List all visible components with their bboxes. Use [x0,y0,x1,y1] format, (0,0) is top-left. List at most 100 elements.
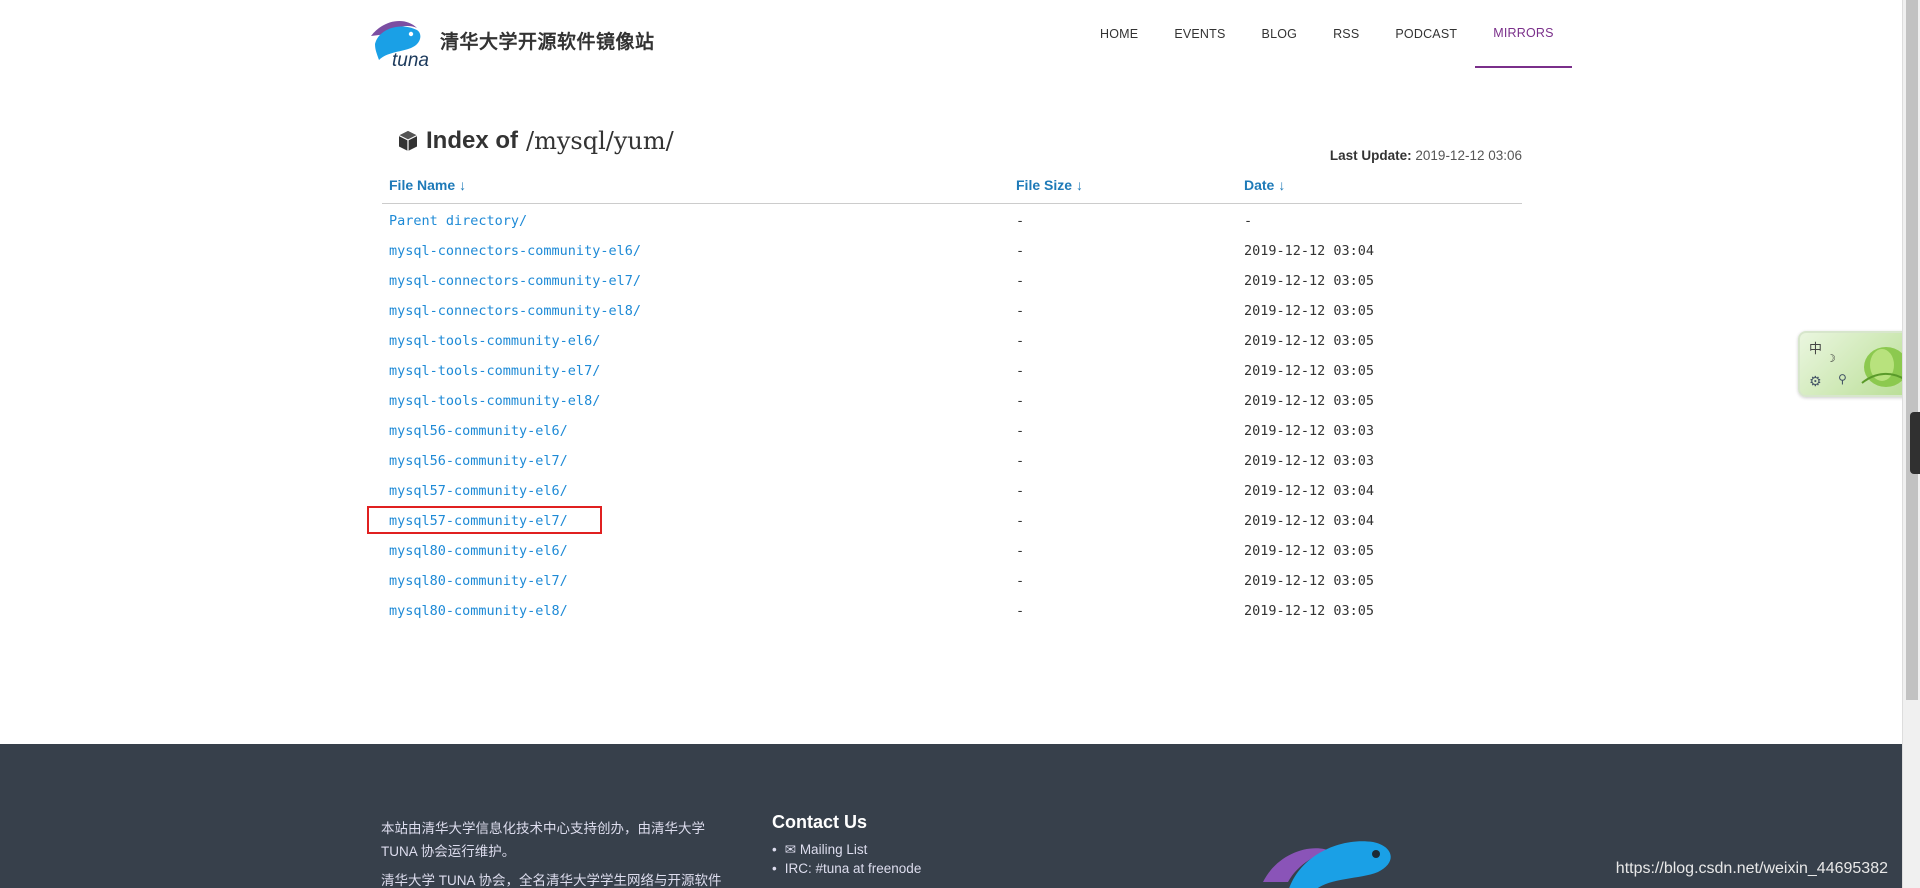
file-link[interactable]: mysql57-community-el6/ [389,483,568,499]
file-size: - [1016,363,1025,379]
table-row: mysql-tools-community-el8/ - 2019-12-12 03… [382,386,1522,416]
file-date: 2019-12-12 03:05 [1244,363,1375,379]
file-size: - [1016,423,1025,439]
file-date: 2019-12-12 03:05 [1244,303,1375,319]
table-body: Parent directory/ - - mysql-connectors-com… [382,206,1522,626]
sort-arrow-icon: ↓ [1278,177,1286,193]
file-size: - [1016,243,1025,259]
nav-mirrors[interactable]: MIRRORS [1475,0,1572,68]
about-line: TUNA 协会运行维护。 [381,844,516,859]
file-link[interactable]: mysql-tools-community-el6/ [389,333,600,349]
tuna-footer-logo [1263,841,1391,888]
contact-label: Mailing List [799,842,868,857]
file-date: 2019-12-12 03:05 [1244,603,1375,619]
file-date: 2019-12-12 03:04 [1244,243,1375,259]
pin-icon[interactable]: ⚲ [1838,372,1847,386]
file-link[interactable]: mysql-connectors-community-el6/ [389,243,641,259]
last-update-value: 2019-12-12 03:06 [1415,148,1522,163]
table-row: mysql-tools-community-el7/ - 2019-12-12 03… [382,356,1522,386]
nav-events[interactable]: EVENTS [1156,0,1243,68]
last-update-label: Last Update: [1329,148,1412,163]
file-link[interactable]: mysql57-community-el7/ [389,513,568,529]
table-row: mysql57-community-el6/ - 2019-12-12 03:04 [382,476,1522,506]
file-link[interactable]: mysql-connectors-community-el7/ [389,273,641,289]
file-size: - [1016,303,1025,319]
file-date: 2019-12-12 03:05 [1244,273,1375,289]
box-icon [398,131,418,151]
scrollbar-thumb[interactable] [1906,0,1918,700]
file-size: - [1016,603,1025,619]
file-table: File Name ↓ File Size ↓ Date ↓ Parent direc… [382,172,1522,626]
file-date: 2019-12-12 03:05 [1244,333,1375,349]
nav-rss[interactable]: RSS [1315,0,1377,68]
file-size: - [1016,573,1025,589]
table-row: mysql80-community-el6/ - 2019-12-12 03:05 [382,536,1522,566]
contact-list: ✉ Mailing List IRC: #tuna at freenode [772,842,922,879]
file-link[interactable]: mysql80-community-el6/ [389,543,568,559]
file-date: 2019-12-12 03:05 [1244,573,1375,589]
column-name-label: File Name [389,177,456,193]
sort-by-name[interactable]: File Name ↓ [389,177,466,193]
file-link[interactable]: mysql-connectors-community-el8/ [389,303,641,319]
moon-icon[interactable]: ☽ [1826,352,1836,365]
sort-arrow-icon: ↓ [1076,177,1084,193]
file-date: 2019-12-12 03:05 [1244,393,1375,409]
heading-path: /mysql/yum/ [526,127,674,155]
table-row: mysql56-community-el7/ - 2019-12-12 03:03 [382,446,1522,476]
about-line: 清华大学 TUNA 协会，全名清华大学学生网络与开源软件 [381,873,722,888]
table-row: Parent directory/ - - [382,206,1522,236]
table-header: File Name ↓ File Size ↓ Date ↓ [382,172,1522,204]
file-size: - [1016,513,1025,529]
about-line: 本站由清华大学信息化技术中心支持创办，由清华大学 [381,821,705,836]
file-link[interactable]: mysql80-community-el8/ [389,603,568,619]
table-row: mysql-connectors-community-el7/ - 2019-12-… [382,266,1522,296]
contact-title: Contact Us [772,812,868,832]
file-size: - [1016,453,1025,469]
site-title[interactable]: 清华大学开源软件镜像站 [440,27,655,54]
file-date: 2019-12-12 03:05 [1244,543,1375,559]
site-header: tuna 清华大学开源软件镜像站 HOME EVENTS BLOG RSS PO… [0,0,1902,70]
nav-home[interactable]: HOME [1082,0,1156,68]
heading-prefix: Index of [426,127,519,154]
file-link[interactable]: mysql56-community-el7/ [389,453,568,469]
file-link[interactable]: mysql-tools-community-el8/ [389,393,600,409]
file-size: - [1016,273,1025,289]
contact-irc[interactable]: IRC: #tuna at freenode [772,861,922,876]
watermark: https://blog.csdn.net/weixin_44695382 [1615,860,1888,877]
table-row: mysql80-community-el7/ - 2019-12-12 03:05 [382,566,1522,596]
gear-icon[interactable]: ⚙ [1809,373,1822,390]
table-row: mysql56-community-el6/ - 2019-12-12 03:03 [382,416,1522,446]
tuna-logo[interactable]: tuna [365,14,433,68]
file-link[interactable]: mysql56-community-el6/ [389,423,568,439]
footer-about: 本站由清华大学信息化技术中心支持创办，由清华大学 TUNA 协会运行维护。 清华… [381,817,751,888]
file-size: - [1016,483,1025,499]
file-size: - [1016,393,1025,409]
nav-blog[interactable]: BLOG [1244,0,1316,68]
file-date: 2019-12-12 03:03 [1244,423,1375,439]
envelope-icon: ✉ [784,842,797,857]
side-panel-tab[interactable] [1910,412,1920,474]
file-link[interactable]: mysql-tools-community-el7/ [389,363,600,379]
nav-podcast[interactable]: PODCAST [1377,0,1475,68]
sort-by-date[interactable]: Date ↓ [1244,177,1285,193]
site-footer: 本站由清华大学信息化技术中心支持创办，由清华大学 TUNA 协会运行维护。 清华… [0,744,1902,888]
contact-label: IRC: #tuna at freenode [784,861,922,876]
file-size: - [1016,543,1025,559]
table-row: mysql-tools-community-el6/ - 2019-12-12 03… [382,326,1522,356]
sort-by-size[interactable]: File Size ↓ [1016,177,1083,193]
page-title: Index of /mysql/yum/ [396,127,674,155]
column-date-label: Date [1244,177,1275,193]
file-link[interactable]: Parent directory/ [389,213,527,229]
file-link[interactable]: mysql80-community-el7/ [389,573,568,589]
sort-arrow-icon: ↓ [459,177,467,193]
main-nav: HOME EVENTS BLOG RSS PODCAST MIRRORS [1082,0,1572,70]
file-date: - [1244,213,1253,229]
contact-mailing-list[interactable]: ✉ Mailing List [772,842,921,858]
file-size: - [1016,213,1025,229]
ime-widget[interactable]: 中 ☽ ⚙ ⚲ [1798,331,1918,397]
file-date: 2019-12-12 03:04 [1244,513,1375,529]
file-date: 2019-12-12 03:03 [1244,453,1375,469]
ime-mode-label[interactable]: 中 [1809,338,1822,357]
table-row: mysql-connectors-community-el6/ - 2019-12-… [382,236,1522,266]
table-row: mysql57-community-el7/ - 2019-12-12 03:04 [382,506,1522,536]
